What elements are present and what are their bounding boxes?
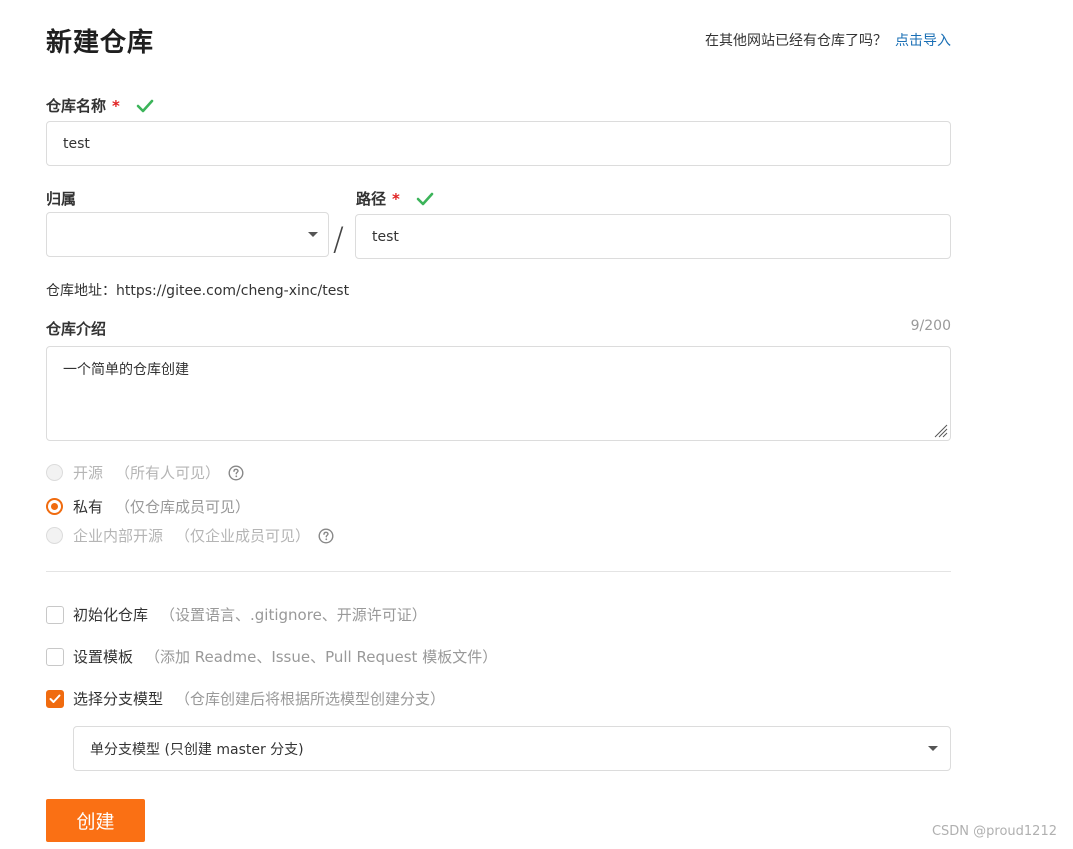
radio-enterprise[interactable] — [46, 527, 63, 544]
option-branch-model-sub: （仓库创建后将根据所选模型创建分支） — [175, 690, 446, 708]
import-hint: 在其他网站已经有仓库了吗？ 点击导入 — [705, 30, 951, 50]
branch-model-value: 单分支模型 (只创建 master 分支) — [90, 741, 304, 758]
create-button[interactable]: 创建 — [46, 799, 145, 842]
radio-open[interactable] — [46, 464, 63, 481]
visibility-enterprise-sub: （仅企业成员可见） — [175, 527, 311, 545]
visibility-enterprise-label: 企业内部开源 — [73, 527, 164, 545]
repo-address: 仓库地址：https://gitee.com/cheng-xinc/test — [46, 283, 350, 299]
import-link[interactable]: 点击导入 — [895, 33, 951, 49]
checkmark-icon — [49, 694, 61, 703]
watermark: CSDN @proud1212 — [931, 824, 1057, 839]
checkbox-template[interactable] — [46, 647, 64, 666]
import-hint-text: 在其他网站已经有仓库了吗？ — [705, 33, 887, 49]
required-mark: * — [112, 96, 120, 115]
divider — [46, 571, 951, 572]
description-counter: 9/200 — [910, 318, 951, 334]
repo-name-label: 仓库名称 * — [46, 95, 154, 116]
option-template-sub: （添加 Readme、Issue、Pull Request 模板文件） — [145, 648, 498, 666]
option-init-repo-label: 初始化仓库 — [73, 606, 149, 624]
checkbox-branch-model[interactable] — [46, 689, 64, 708]
resize-grip-icon[interactable] — [932, 422, 948, 438]
option-template-label: 设置模板 — [73, 648, 134, 666]
radio-private[interactable] — [46, 498, 63, 515]
path-separator: / — [333, 220, 344, 258]
question-circle-icon[interactable] — [318, 527, 334, 544]
caret-down-icon — [308, 232, 318, 237]
visibility-private-sub: （仅仓库成员可见） — [115, 498, 251, 516]
description-textarea[interactable]: 一个简单的仓库创建 — [46, 346, 951, 441]
visibility-private[interactable]: 私有 （仅仓库成员可见） — [46, 496, 250, 517]
owner-label: 归属 — [46, 188, 76, 209]
option-branch-model-label: 选择分支模型 — [73, 690, 164, 708]
visibility-open-sub: （所有人可见） — [115, 464, 221, 482]
path-label-text: 路径 — [356, 190, 387, 208]
visibility-open[interactable]: 开源 （所有人可见） — [46, 462, 244, 483]
owner-label-text: 归属 — [46, 190, 77, 208]
page-title: 新建仓库 — [46, 28, 155, 58]
description-label-text: 仓库介绍 — [46, 320, 107, 338]
visibility-open-label: 开源 — [73, 464, 104, 482]
repo-name-input[interactable]: test — [46, 121, 951, 166]
option-init-repo[interactable]: 初始化仓库 （设置语言、.gitignore、开源许可证） — [46, 604, 427, 625]
option-init-repo-sub: （设置语言、.gitignore、开源许可证） — [160, 606, 427, 624]
description-value: 一个简单的仓库创建 — [63, 362, 189, 378]
check-icon — [416, 192, 434, 205]
path-label: 路径 * — [356, 188, 434, 209]
visibility-private-label: 私有 — [73, 498, 104, 516]
owner-select[interactable] — [46, 212, 329, 257]
caret-down-icon — [928, 746, 938, 751]
branch-model-select[interactable]: 单分支模型 (只创建 master 分支) — [73, 726, 951, 771]
required-mark: * — [392, 189, 400, 208]
check-icon — [136, 99, 154, 112]
option-template[interactable]: 设置模板 （添加 Readme、Issue、Pull Request 模板文件） — [46, 646, 497, 667]
repo-name-label-text: 仓库名称 — [46, 97, 107, 115]
question-circle-icon[interactable] — [228, 464, 244, 481]
path-input[interactable]: test — [355, 214, 951, 259]
description-label: 仓库介绍 — [46, 318, 106, 339]
option-branch-model[interactable]: 选择分支模型 （仓库创建后将根据所选模型创建分支） — [46, 688, 445, 709]
visibility-enterprise[interactable]: 企业内部开源 （仅企业成员可见） — [46, 525, 334, 546]
checkbox-init-repo[interactable] — [46, 605, 64, 624]
